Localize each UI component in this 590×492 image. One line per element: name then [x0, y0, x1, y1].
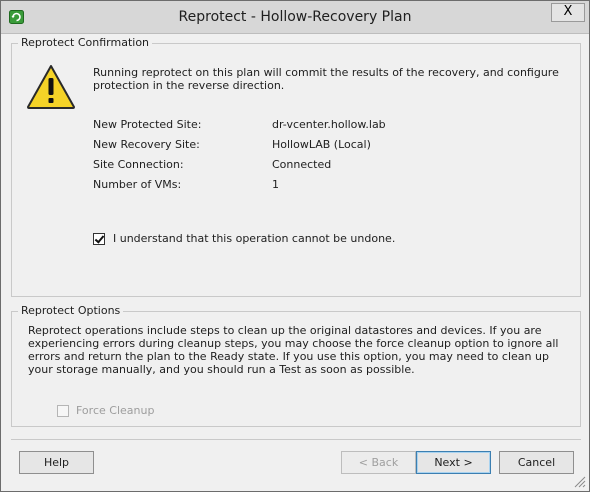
- info-row-site-connection: Site Connection: Connected: [93, 158, 543, 172]
- reprotect-message: Running reprotect on this plan will comm…: [93, 66, 559, 92]
- site-connection-label: Site Connection:: [93, 158, 184, 171]
- reprotect-dialog: Reprotect - Hollow-Recovery Plan X Repro…: [0, 0, 590, 492]
- warning-icon: [27, 65, 75, 109]
- recovery-site-value: HollowLAB (Local): [272, 138, 371, 151]
- window-title: Reprotect - Hollow-Recovery Plan: [178, 9, 412, 25]
- button-separator: [11, 439, 581, 440]
- acknowledge-option[interactable]: I understand that this operation cannot …: [93, 232, 513, 246]
- protected-site-label: New Protected Site:: [93, 118, 202, 131]
- info-row-protected-site: New Protected Site: dr-vcenter.hollow.la…: [93, 118, 543, 132]
- confirmation-group-title: Reprotect Confirmation: [18, 36, 153, 49]
- title-bar[interactable]: Reprotect - Hollow-Recovery Plan X: [1, 1, 589, 34]
- acknowledge-label[interactable]: I understand that this operation cannot …: [113, 232, 395, 245]
- vm-count-label: Number of VMs:: [93, 178, 182, 191]
- force-cleanup-checkbox: [57, 405, 69, 417]
- acknowledge-checkbox[interactable]: [93, 233, 105, 245]
- back-button: < Back: [341, 451, 416, 474]
- protected-site-value: dr-vcenter.hollow.lab: [272, 118, 386, 131]
- help-button[interactable]: Help: [19, 451, 94, 474]
- info-row-recovery-site: New Recovery Site: HollowLAB (Local): [93, 138, 543, 152]
- site-connection-value: Connected: [272, 158, 332, 171]
- next-button[interactable]: Next >: [416, 451, 491, 474]
- cancel-button[interactable]: Cancel: [499, 451, 574, 474]
- force-cleanup-option: Force Cleanup: [57, 404, 257, 418]
- options-description: Reprotect operations include steps to cl…: [28, 324, 559, 376]
- close-button[interactable]: X: [551, 3, 585, 22]
- force-cleanup-label: Force Cleanup: [76, 404, 155, 417]
- reprotect-options-group: Reprotect Options Reprotect operations i…: [11, 304, 581, 427]
- recovery-site-label: New Recovery Site:: [93, 138, 200, 151]
- resize-grip-icon[interactable]: [574, 476, 586, 488]
- info-row-vm-count: Number of VMs: 1: [93, 178, 543, 192]
- close-icon: X: [563, 4, 573, 19]
- vm-count-value: 1: [272, 178, 279, 191]
- dialog-body: Reprotect Confirmation Running reprotect…: [1, 35, 589, 491]
- reprotect-confirmation-group: Reprotect Confirmation Running reprotect…: [11, 36, 581, 297]
- options-group-title: Reprotect Options: [18, 304, 124, 317]
